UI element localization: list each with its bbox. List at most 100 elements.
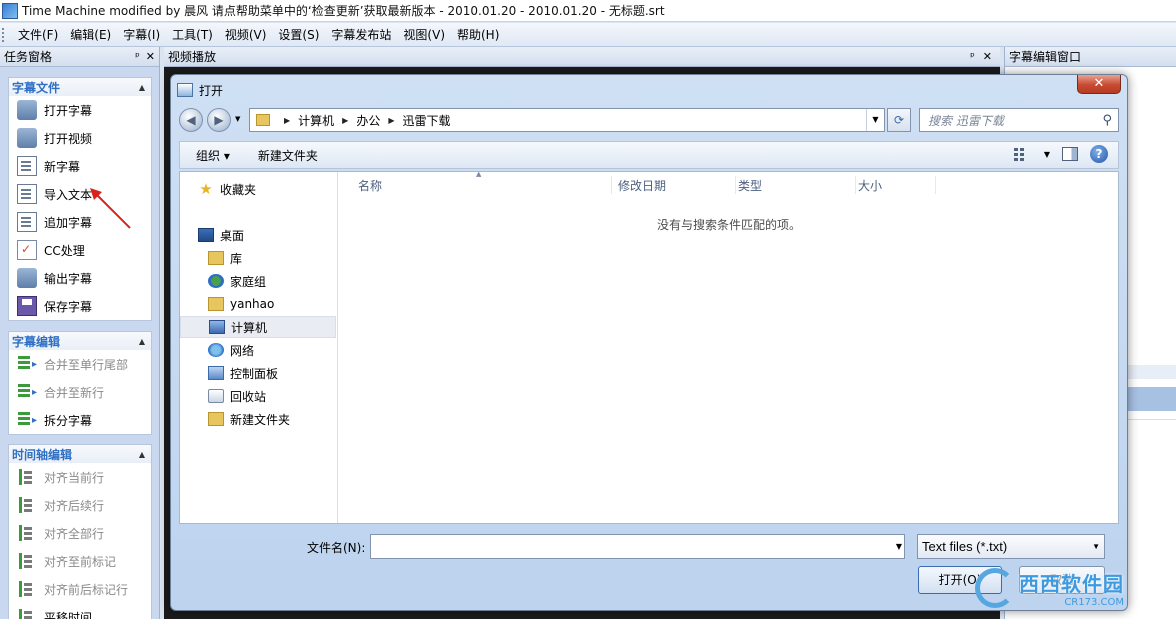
navigation-pane: ★ 收藏夹桌面库家庭组 yanhao 计算机网络控制面板回收站 新建文件夹	[180, 172, 338, 523]
dialog-app-icon	[177, 83, 193, 97]
file-type-select[interactable]: Text files (*.txt) ▼	[917, 534, 1105, 559]
column-name[interactable]: 名称	[358, 176, 612, 194]
task-align-marks[interactable]: 对齐前后标记行	[9, 575, 151, 603]
close-icon[interactable]: ✕	[146, 50, 155, 63]
nav-item-label: 网络	[230, 343, 255, 358]
save-icon	[17, 296, 37, 316]
video-pane-header: 视频播放 ᵖ ✕	[164, 47, 1000, 67]
history-dropdown-icon[interactable]: ▼	[235, 115, 240, 123]
dialog-title: 打开	[199, 83, 224, 98]
task-label: 新字幕	[44, 159, 81, 174]
task-new-subtitle[interactable]: 新字幕	[9, 152, 151, 180]
nav-item[interactable]: 新建文件夹	[180, 408, 336, 430]
help-icon[interactable]: ?	[1090, 145, 1108, 163]
search-icon[interactable]: ⚲	[1102, 113, 1112, 128]
export-subtitle-icon	[17, 268, 37, 288]
watermark-name: 西西软件园	[1019, 572, 1124, 596]
watermark-url: CR173.COM	[1064, 597, 1124, 608]
task-open-video[interactable]: 打开视频	[9, 124, 151, 152]
refresh-button[interactable]: ⟳	[887, 108, 911, 132]
align-prev-mark-icon	[17, 551, 37, 571]
chevron-right-icon[interactable]: ▶	[284, 116, 290, 125]
open-subtitle-icon	[17, 100, 37, 120]
chevron-right-icon[interactable]: ▶	[388, 116, 394, 125]
organize-button[interactable]: 组织 ▾	[180, 147, 242, 164]
task-split-subtitle[interactable]: 拆分字幕	[9, 406, 151, 434]
task-align-prev-mark[interactable]: 对齐至前标记	[9, 547, 151, 575]
column-size[interactable]: 大小	[858, 176, 936, 194]
pin-icon[interactable]: ᵖ	[135, 50, 140, 63]
preview-pane-icon[interactable]	[1062, 147, 1078, 161]
task-merge-new-line[interactable]: 合并至新行	[9, 378, 151, 406]
nav-item-label: 收藏夹	[220, 182, 257, 197]
menu-view[interactable]: 视图(V)	[397, 25, 451, 45]
menu-edit[interactable]: 编辑(E)	[64, 25, 117, 45]
forward-button[interactable]: ▶	[207, 108, 231, 132]
view-dropdown-icon[interactable]: ▼	[1044, 150, 1050, 159]
nav-item[interactable]: 回收站	[180, 385, 336, 407]
breadcrumb-office[interactable]: 办公	[356, 112, 380, 129]
task-align-current[interactable]: 对齐当前行	[9, 463, 151, 491]
group-header[interactable]: 字幕编辑 ▲	[9, 332, 151, 350]
task-export-subtitle[interactable]: 输出字幕	[9, 264, 151, 292]
task-merge-line-end[interactable]: 合并至单行尾部	[9, 350, 151, 378]
menu-tools[interactable]: 工具(T)	[166, 25, 219, 45]
column-date-modified[interactable]: 修改日期	[618, 176, 736, 194]
new-folder-button[interactable]: 新建文件夹	[242, 147, 330, 164]
menu-subtitle-sites[interactable]: 字幕发布站	[325, 25, 397, 45]
group-header[interactable]: 时间轴编辑 ▲	[9, 445, 151, 463]
menu-settings[interactable]: 设置(S)	[272, 25, 325, 45]
chevron-right-icon[interactable]: ▶	[342, 116, 348, 125]
menu-file[interactable]: 文件(F)	[12, 25, 64, 45]
column-type[interactable]: 类型	[738, 176, 856, 194]
nav-item-label: 桌面	[220, 228, 245, 243]
menu-video[interactable]: 视频(V)	[219, 25, 273, 45]
filename-input[interactable]: ▼	[370, 534, 905, 559]
nav-item[interactable]: 库	[180, 247, 336, 269]
homegroup-icon	[208, 274, 224, 288]
task-open-subtitle[interactable]: 打开字幕	[9, 96, 151, 124]
task-cc-process[interactable]: CC处理	[9, 236, 151, 264]
nav-item[interactable]: 控制面板	[180, 362, 336, 384]
address-row: ◀ ▶ ▼ ▶ 计算机 ▶ 办公 ▶ 迅雷下载 ▼ ⟳ 搜索 迅雷下载 ⚲	[179, 107, 1119, 133]
nav-item[interactable]: ★ 收藏夹	[180, 178, 336, 200]
breadcrumb-downloads[interactable]: 迅雷下载	[403, 112, 451, 129]
file-list[interactable]: ▲ 名称 修改日期 类型 大小 没有与搜索条件匹配的项。	[340, 170, 1118, 523]
task-label: 对齐后续行	[44, 498, 105, 513]
group-header[interactable]: 字幕文件 ▲	[9, 78, 151, 96]
menu-help[interactable]: 帮助(H)	[451, 25, 505, 45]
collapse-icon[interactable]: ▲	[139, 337, 145, 346]
breadcrumb-computer[interactable]: 计算机	[298, 112, 334, 129]
task-label: 导入文本	[44, 187, 93, 202]
close-icon[interactable]: ✕	[983, 50, 992, 63]
task-label: CC处理	[44, 243, 85, 258]
menu-subtitle[interactable]: 字幕(I)	[117, 25, 166, 45]
filename-dropdown-icon[interactable]: ▼	[896, 537, 902, 557]
view-options-icon[interactable]	[1013, 147, 1032, 161]
align-all-icon	[17, 523, 37, 543]
nav-item-label: 计算机	[231, 320, 268, 335]
nav-item-label: 控制面板	[230, 366, 279, 381]
search-input[interactable]: 搜索 迅雷下载 ⚲	[919, 108, 1119, 132]
collapse-icon[interactable]: ▲	[139, 83, 145, 92]
nav-item[interactable]: 网络	[180, 339, 336, 361]
chevron-down-icon[interactable]: ▼	[1092, 538, 1100, 556]
collapse-icon[interactable]: ▲	[139, 450, 145, 459]
align-marks-icon	[17, 579, 37, 599]
task-align-all[interactable]: 对齐全部行	[9, 519, 151, 547]
address-dropdown-icon[interactable]: ▼	[866, 109, 884, 131]
task-align-following[interactable]: 对齐后续行	[9, 491, 151, 519]
nav-item[interactable]: 桌面	[180, 224, 336, 246]
dialog-close-button[interactable]: ✕	[1077, 75, 1121, 94]
pin-icon[interactable]: ᵖ	[970, 50, 975, 63]
task-label: 对齐前后标记行	[44, 582, 129, 597]
nav-item[interactable]: 计算机	[180, 316, 336, 338]
nav-item[interactable]: yanhao	[180, 293, 336, 315]
nav-item[interactable]: 家庭组	[180, 270, 336, 292]
back-button[interactable]: ◀	[179, 108, 203, 132]
watermark: 西西软件园 CR173.COM	[975, 565, 1173, 611]
task-save-subtitle[interactable]: 保存字幕	[9, 292, 151, 320]
address-bar[interactable]: ▶ 计算机 ▶ 办公 ▶ 迅雷下载 ▼	[249, 108, 885, 132]
star-icon: ★	[199, 180, 213, 198]
task-shift-time[interactable]: 平移时间	[9, 603, 151, 619]
